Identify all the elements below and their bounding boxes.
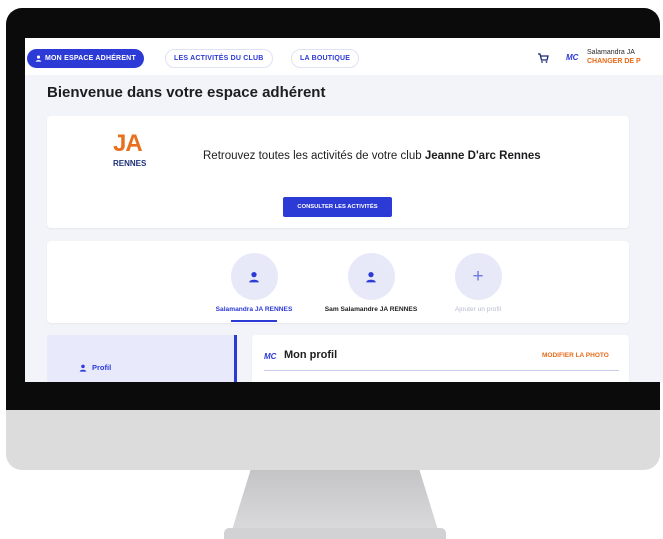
person-icon <box>249 271 259 282</box>
add-profile-label: Ajouter un profil <box>454 306 502 313</box>
sidebar: Profil <box>47 335 237 382</box>
club-welcome-card: JA RENNES Retrouvez toutes les activités… <box>47 116 629 228</box>
edit-photo-link[interactable]: MODIFIER LA PHOTO <box>542 352 609 359</box>
profile-name: Sam Salamandre JA RENNES <box>324 306 418 313</box>
divider <box>264 370 619 371</box>
my-profile-card: MC Mon profil MODIFIER LA PHOTO <box>252 335 629 382</box>
club-name: Jeanne D'arc Rennes <box>424 150 541 162</box>
welcome-message: Retrouvez toutes les activités de votre … <box>203 150 541 162</box>
consult-activities-button[interactable]: CONSULTER LES ACTIVITÉS <box>283 197 392 217</box>
tab-boutique[interactable]: LA BOUTIQUE <box>291 49 360 68</box>
person-icon <box>79 364 87 372</box>
tab-mon-espace-adherent[interactable]: MON ESPACE ADHÉRENT <box>27 49 144 68</box>
add-profile-button[interactable]: + Ajouter un profil <box>418 253 538 313</box>
tab-label: LA BOUTIQUE <box>300 55 351 62</box>
section-title: Mon profil <box>284 349 338 361</box>
tab-label: LES ACTIVITÉS DU CLUB <box>174 55 264 62</box>
avatar <box>347 253 395 300</box>
cart-icon[interactable] <box>537 52 549 64</box>
sidebar-active-indicator <box>234 335 237 382</box>
sidebar-item-profil[interactable]: Profil <box>79 363 111 372</box>
plus-icon: + <box>454 253 502 300</box>
screen: MON ESPACE ADHÉRENT LES ACTIVITÉS DU CLU… <box>25 38 663 382</box>
club-logo-mark: JA <box>113 130 143 157</box>
person-icon <box>366 271 376 282</box>
club-logo-city: RENNES <box>113 159 147 168</box>
monitor-stand <box>232 470 438 530</box>
monitor-stand-base <box>224 528 446 539</box>
change-profile-link[interactable]: CHANGER DE P <box>587 58 641 65</box>
tab-label: MON ESPACE ADHÉRENT <box>45 55 136 62</box>
avatar <box>230 253 278 300</box>
person-icon <box>35 55 42 62</box>
sidebar-item-label: Profil <box>92 363 112 372</box>
monitor-chin <box>6 410 660 470</box>
welcome-prefix: Retrouvez toutes les activités de votre … <box>203 150 425 162</box>
top-navigation: MON ESPACE ADHÉRENT LES ACTIVITÉS DU CLU… <box>25 38 663 75</box>
profile-item[interactable]: Salamandra JA RENNES <box>194 253 314 313</box>
profile-name: Salamandra JA RENNES <box>215 306 293 313</box>
profile-switcher: Salamandra JA RENNES Sam Salamandre JA R… <box>47 241 629 323</box>
user-name[interactable]: Salamandra JA <box>587 49 635 56</box>
page-title: Bienvenue dans votre espace adhérent <box>47 84 326 101</box>
profile-item[interactable]: Sam Salamandre JA RENNES <box>311 253 431 313</box>
club-logo: JA RENNES <box>111 130 159 174</box>
club-mini-logo: MC <box>264 352 277 361</box>
user-club-logo: MC <box>566 53 579 62</box>
selected-profile-indicator <box>231 320 277 322</box>
tab-activites-du-club[interactable]: LES ACTIVITÉS DU CLUB <box>165 49 273 68</box>
